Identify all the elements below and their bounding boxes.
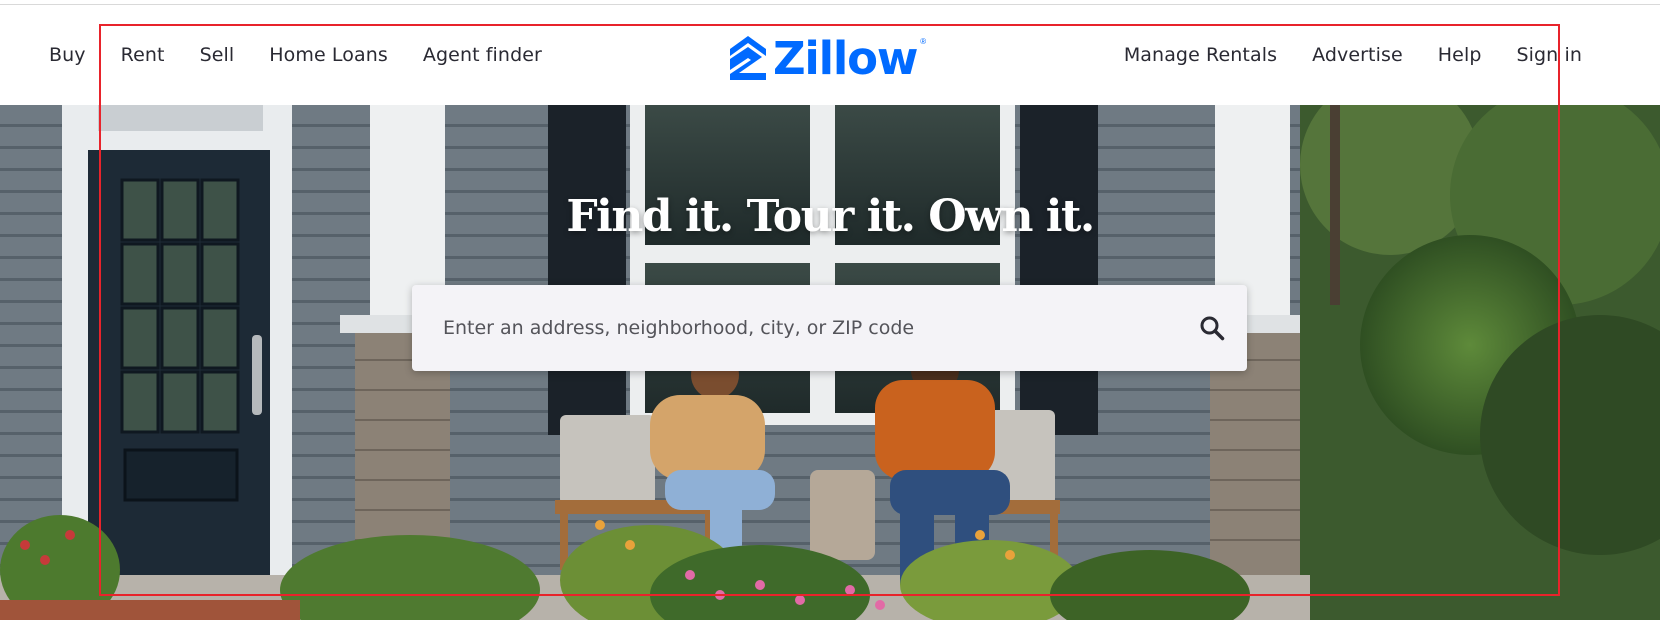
hero-headline: Find it. Tour it. Own it.: [566, 191, 1095, 242]
search-button[interactable]: [1177, 285, 1247, 371]
secondary-nav: Manage Rentals Advertise Help Sign in: [1124, 5, 1582, 105]
nav-link-manage-rentals[interactable]: Manage Rentals: [1124, 44, 1277, 66]
nav-link-rent[interactable]: Rent: [121, 44, 165, 66]
nav-link-buy[interactable]: Buy: [49, 44, 86, 66]
page: Buy Rent Sell Home Loans Agent finder Zi…: [0, 0, 1660, 620]
primary-nav: Buy Rent Sell Home Loans Agent finder: [49, 5, 542, 105]
registered-mark: ®: [920, 37, 927, 46]
zillow-logo[interactable]: Zillow ®: [729, 33, 926, 83]
search-input[interactable]: [412, 285, 1177, 371]
search-bar: [412, 285, 1247, 371]
logo-wordmark: Zillow: [773, 31, 918, 85]
zillow-house-icon: [730, 36, 766, 80]
hero-banner: Find it. Tour it. Own it.: [0, 105, 1660, 620]
nav-link-agent-finder[interactable]: Agent finder: [423, 44, 542, 66]
nav-link-home-loans[interactable]: Home Loans: [269, 44, 388, 66]
nav-link-sign-in[interactable]: Sign in: [1516, 44, 1582, 66]
nav-link-help[interactable]: Help: [1438, 44, 1482, 66]
search-icon: [1200, 316, 1225, 341]
nav-link-sell[interactable]: Sell: [200, 44, 235, 66]
nav-link-advertise[interactable]: Advertise: [1312, 44, 1403, 66]
top-navbar: Buy Rent Sell Home Loans Agent finder Zi…: [0, 5, 1660, 105]
